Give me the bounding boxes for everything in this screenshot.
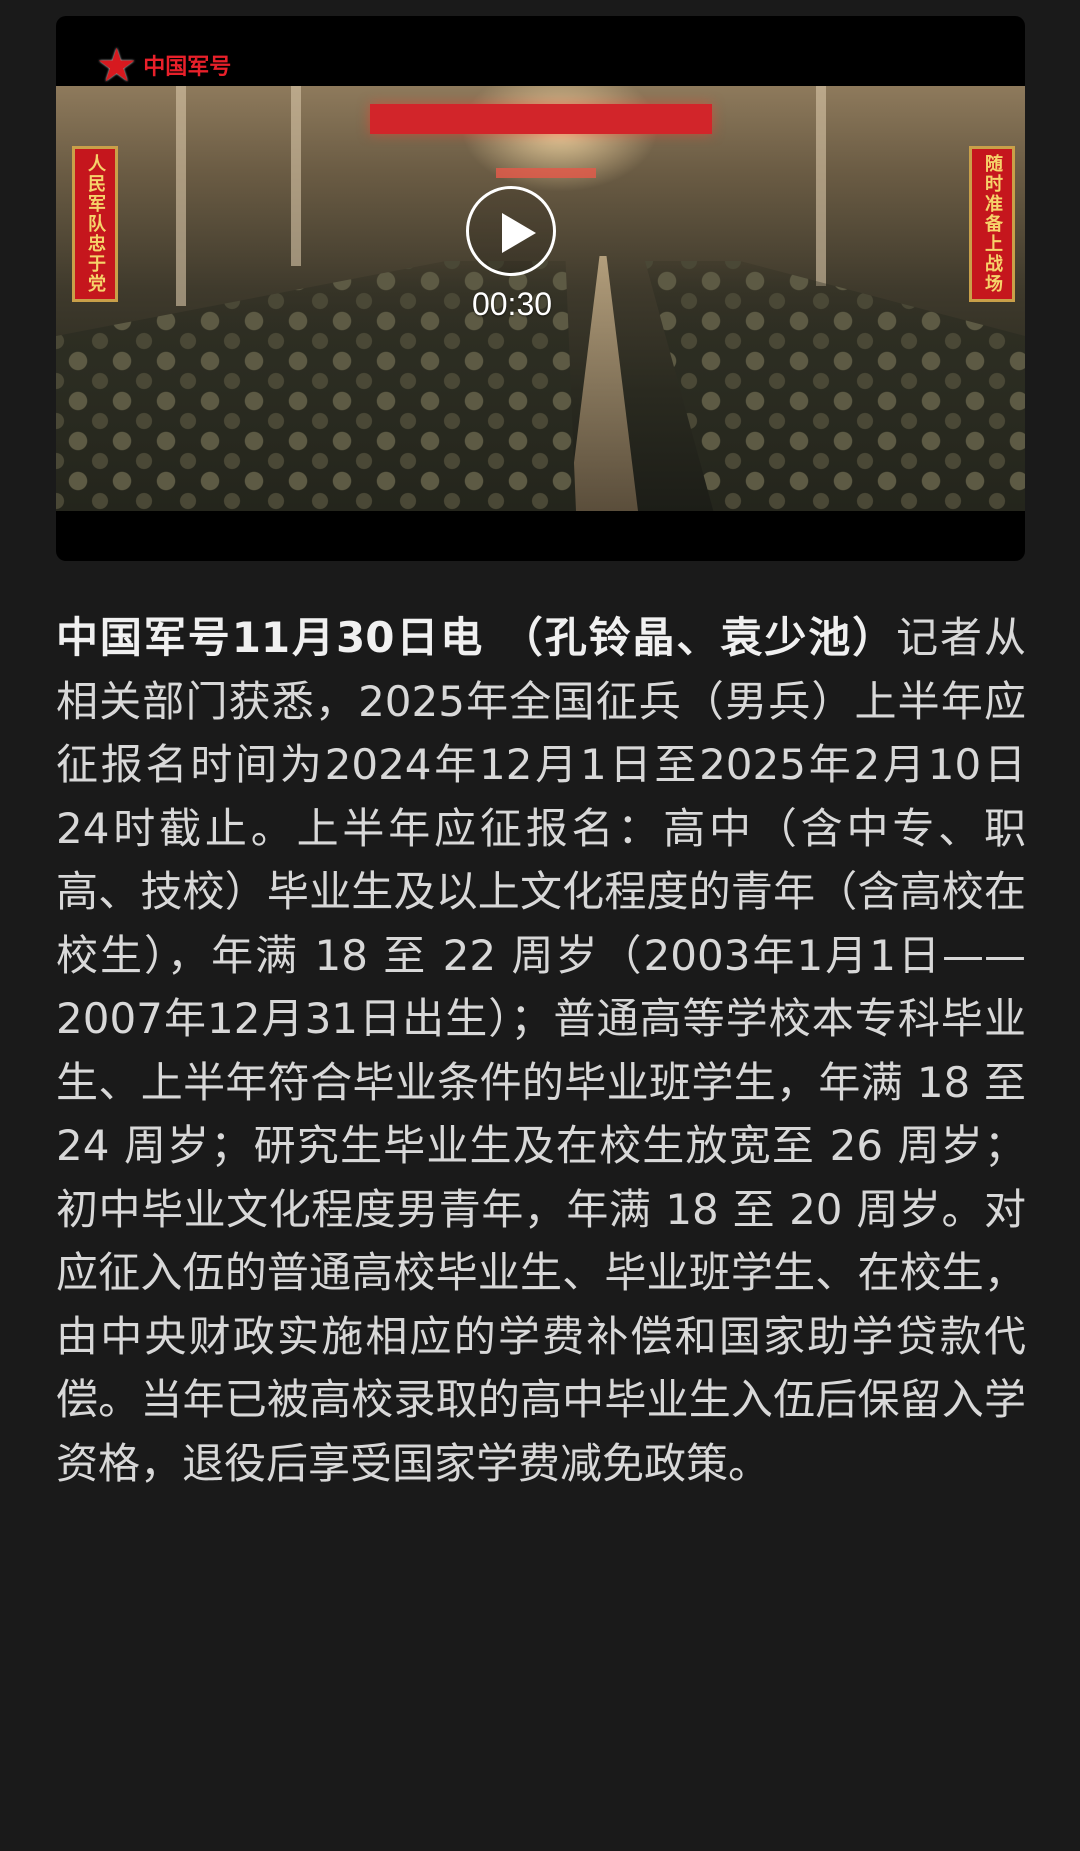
tree-trunk [816, 86, 826, 286]
soldiers-right-column [645, 261, 1025, 511]
vertical-banner-right-text: 随时准备上战场 [982, 154, 1003, 294]
vertical-banner-left-text: 人民军队忠于党 [85, 154, 106, 294]
article-dateline: 中国军号11月30日电 （孔铃晶、袁少池） [56, 613, 897, 662]
video-player[interactable]: 人民军队忠于党 随时准备上战场 ★ 中国军号 00:30 [56, 16, 1025, 561]
red-banner [496, 168, 596, 178]
vertical-banner-left: 人民军队忠于党 [72, 146, 118, 302]
channel-logo: ★ 中国军号 [96, 42, 231, 88]
red-banner [370, 104, 712, 134]
article-body: 中国军号11月30日电 （孔铃晶、袁少池）记者从相关部门获悉，2025年全国征兵… [56, 606, 1026, 1495]
video-duration: 00:30 [471, 286, 553, 322]
tree-trunk [291, 86, 301, 266]
article-text: 记者从相关部门获悉，2025年全国征兵（男兵）上半年应征报名时间为2024年12… [56, 613, 1026, 1488]
tree-trunk [176, 86, 186, 306]
channel-logo-text: 中国军号 [143, 55, 232, 80]
vertical-banner-right: 随时准备上战场 [969, 146, 1015, 302]
red-star-icon: ★ [96, 38, 138, 92]
play-button[interactable] [466, 186, 556, 276]
